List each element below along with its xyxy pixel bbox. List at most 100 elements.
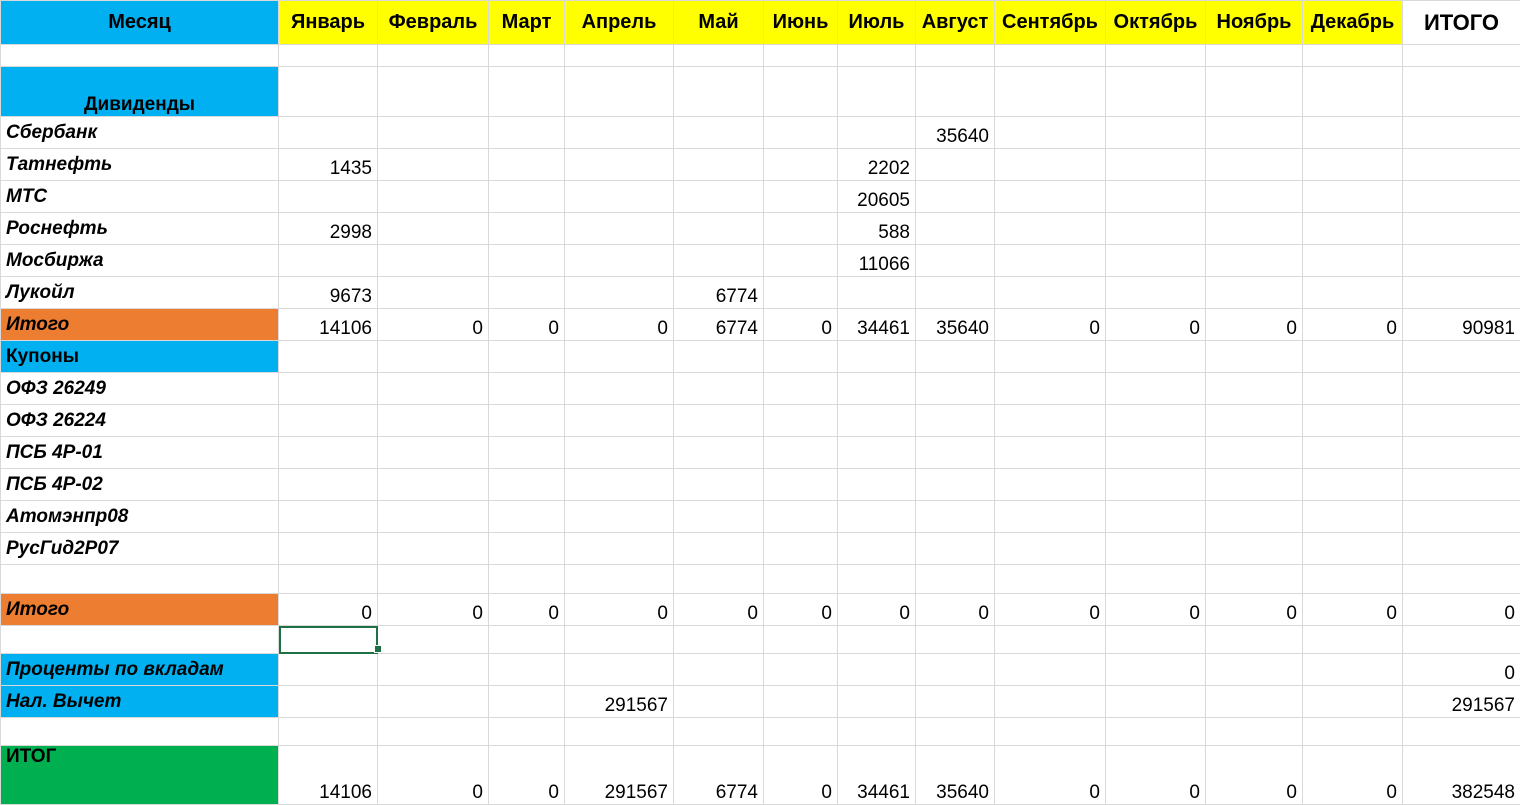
cell[interactable] xyxy=(1403,341,1520,373)
value-cell[interactable] xyxy=(1303,277,1403,309)
value-cell[interactable]: 0 xyxy=(378,746,489,805)
row-label[interactable]: ПСБ 4Р-02 xyxy=(1,469,279,501)
value-cell[interactable] xyxy=(674,654,764,686)
value-cell[interactable] xyxy=(565,117,674,149)
value-cell[interactable] xyxy=(995,373,1106,405)
value-cell[interactable] xyxy=(378,277,489,309)
value-cell[interactable] xyxy=(1106,437,1206,469)
value-cell[interactable] xyxy=(838,501,916,533)
value-cell[interactable] xyxy=(565,533,674,565)
value-cell[interactable]: 588 xyxy=(838,213,916,245)
section-title-coupons[interactable]: Купоны xyxy=(1,341,279,373)
row-label[interactable]: Мосбиржа xyxy=(1,245,279,277)
value-cell[interactable] xyxy=(378,373,489,405)
value-cell[interactable] xyxy=(1206,501,1303,533)
row-label[interactable]: Атомэнпр08 xyxy=(1,501,279,533)
row-label[interactable]: Татнефть xyxy=(1,149,279,181)
value-cell[interactable] xyxy=(674,213,764,245)
value-cell[interactable] xyxy=(838,469,916,501)
value-cell[interactable] xyxy=(916,373,995,405)
cell[interactable] xyxy=(916,45,995,67)
cell[interactable] xyxy=(279,341,378,373)
cell[interactable] xyxy=(674,67,764,117)
value-cell[interactable] xyxy=(995,686,1106,718)
cell[interactable] xyxy=(1206,67,1303,117)
cell[interactable] xyxy=(995,341,1106,373)
header-month[interactable]: Февраль xyxy=(378,1,489,45)
value-cell[interactable] xyxy=(995,405,1106,437)
value-cell[interactable] xyxy=(279,117,378,149)
value-cell[interactable] xyxy=(565,405,674,437)
value-cell[interactable] xyxy=(279,533,378,565)
value-cell[interactable] xyxy=(995,654,1106,686)
value-cell[interactable]: 2202 xyxy=(838,149,916,181)
value-cell[interactable] xyxy=(565,469,674,501)
value-cell[interactable] xyxy=(916,533,995,565)
value-cell[interactable] xyxy=(916,277,995,309)
cell[interactable] xyxy=(764,565,838,594)
value-cell[interactable] xyxy=(1106,149,1206,181)
value-cell[interactable] xyxy=(1206,654,1303,686)
value-cell[interactable]: 35640 xyxy=(916,746,995,805)
value-cell[interactable] xyxy=(1206,117,1303,149)
value-cell[interactable] xyxy=(489,686,565,718)
value-cell[interactable] xyxy=(489,469,565,501)
value-cell[interactable] xyxy=(674,437,764,469)
row-label[interactable]: ПСБ 4Р-01 xyxy=(1,437,279,469)
value-cell[interactable] xyxy=(1303,469,1403,501)
value-cell[interactable] xyxy=(916,181,995,213)
cell[interactable] xyxy=(764,626,838,654)
cell[interactable] xyxy=(674,626,764,654)
value-cell[interactable]: 34461 xyxy=(838,746,916,805)
row-label[interactable]: ОФЗ 26249 xyxy=(1,373,279,405)
fill-handle[interactable] xyxy=(374,645,382,653)
cell[interactable] xyxy=(916,341,995,373)
row-label[interactable]: Проценты по вкладам xyxy=(1,654,279,686)
value-cell[interactable]: 0 xyxy=(1106,309,1206,341)
value-cell[interactable]: 0 xyxy=(995,594,1106,626)
value-cell[interactable] xyxy=(565,245,674,277)
cell[interactable] xyxy=(1,45,279,67)
cell[interactable] xyxy=(279,718,378,746)
value-cell[interactable] xyxy=(995,277,1106,309)
value-cell[interactable]: 0 xyxy=(489,309,565,341)
cell[interactable] xyxy=(378,565,489,594)
cell[interactable] xyxy=(565,45,674,67)
value-cell[interactable] xyxy=(565,501,674,533)
value-cell[interactable]: 0 xyxy=(1106,594,1206,626)
cell[interactable] xyxy=(489,67,565,117)
header-month[interactable]: Сентябрь xyxy=(995,1,1106,45)
cell[interactable] xyxy=(1106,565,1206,594)
value-cell[interactable] xyxy=(995,469,1106,501)
value-cell[interactable] xyxy=(1206,686,1303,718)
value-cell[interactable] xyxy=(1303,501,1403,533)
header-month[interactable]: Август xyxy=(916,1,995,45)
value-cell[interactable] xyxy=(489,373,565,405)
value-cell[interactable] xyxy=(1403,533,1520,565)
value-cell[interactable]: 291567 xyxy=(565,686,674,718)
value-cell[interactable]: 0 xyxy=(1403,654,1520,686)
row-label[interactable]: ИТОГ xyxy=(1,746,279,805)
value-cell[interactable] xyxy=(378,437,489,469)
cell[interactable] xyxy=(1206,341,1303,373)
cell[interactable] xyxy=(565,718,674,746)
row-label[interactable]: Лукойл xyxy=(1,277,279,309)
cell[interactable] xyxy=(1106,45,1206,67)
cell[interactable] xyxy=(279,67,378,117)
value-cell[interactable]: 0 xyxy=(378,309,489,341)
header-month[interactable]: Ноябрь xyxy=(1206,1,1303,45)
value-cell[interactable] xyxy=(764,686,838,718)
cell[interactable] xyxy=(565,341,674,373)
value-cell[interactable] xyxy=(674,533,764,565)
row-label[interactable]: Роснефть xyxy=(1,213,279,245)
value-cell[interactable]: 0 xyxy=(1206,309,1303,341)
value-cell[interactable] xyxy=(565,277,674,309)
value-cell[interactable] xyxy=(1303,213,1403,245)
value-cell[interactable] xyxy=(674,245,764,277)
cell[interactable] xyxy=(1,626,279,654)
value-cell[interactable] xyxy=(916,213,995,245)
cell[interactable] xyxy=(838,341,916,373)
cell[interactable] xyxy=(1106,67,1206,117)
value-cell[interactable] xyxy=(489,277,565,309)
cell[interactable] xyxy=(279,45,378,67)
